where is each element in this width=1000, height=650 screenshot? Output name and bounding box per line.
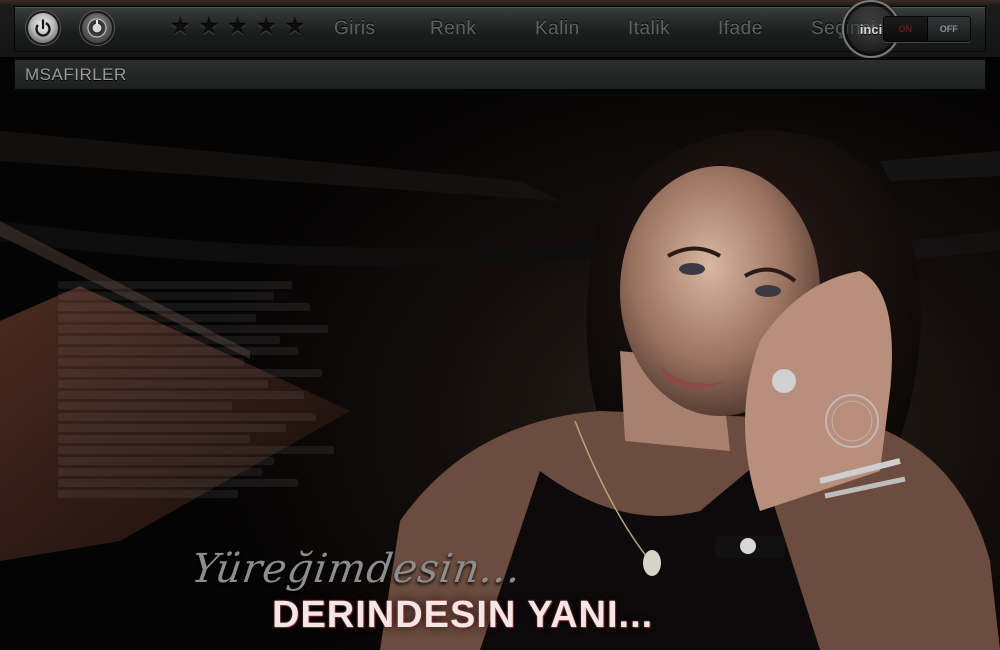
decorative-text-lines xyxy=(58,281,358,501)
star-icon[interactable]: ★ xyxy=(227,14,248,40)
on-off-toggle[interactable]: ON OFF xyxy=(883,16,971,42)
top-toolbar: ★ ★ ★ ★ ★ Giris Renk Kalin Italik Ifade … xyxy=(0,0,1000,58)
rating-stars: ★ ★ ★ ★ ★ xyxy=(170,14,305,40)
menu-renk[interactable]: Renk xyxy=(430,16,476,42)
toggle-on-button[interactable]: ON xyxy=(884,17,928,41)
star-icon[interactable]: ★ xyxy=(199,14,220,40)
hero-headline: DERINDESIN YANI... xyxy=(272,594,654,636)
guest-bar: MSAFIRLER xyxy=(14,58,986,90)
badge-label: inci xyxy=(859,21,883,37)
star-icon[interactable]: ★ xyxy=(170,14,191,40)
hero-banner: Yüreğimdesin... DERINDESIN YANI... xyxy=(0,91,1000,650)
volume-button[interactable] xyxy=(80,11,114,45)
menu-italik[interactable]: Italik xyxy=(628,16,670,42)
menu-ifade[interactable]: Ifade xyxy=(718,16,763,42)
toggle-off-button[interactable]: OFF xyxy=(927,17,970,41)
power-icon xyxy=(35,19,51,37)
star-icon[interactable]: ★ xyxy=(256,14,277,40)
menu-giris[interactable]: Giris xyxy=(334,16,376,42)
menu-kalin[interactable]: Kalin xyxy=(535,16,580,42)
volume-knob-icon xyxy=(87,18,107,38)
guest-bar-title: MSAFIRLER xyxy=(25,65,127,84)
power-button[interactable] xyxy=(26,11,60,45)
hero-script-text: Yüreğimdesin... xyxy=(188,546,525,592)
star-icon[interactable]: ★ xyxy=(285,14,306,40)
